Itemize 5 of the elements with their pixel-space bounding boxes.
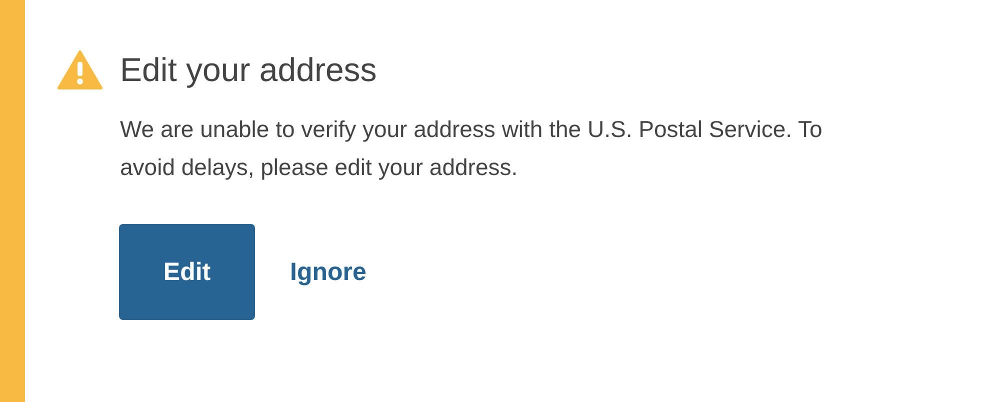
warning-icon	[57, 50, 103, 90]
edit-button[interactable]: Edit	[119, 224, 255, 320]
ignore-link[interactable]: Ignore	[290, 258, 366, 286]
alert-title: Edit your address	[120, 51, 377, 89]
alert-message: We are unable to verify your address with the U.S. Postal Service. To avoid delays, please edit your address.	[120, 115, 824, 182]
